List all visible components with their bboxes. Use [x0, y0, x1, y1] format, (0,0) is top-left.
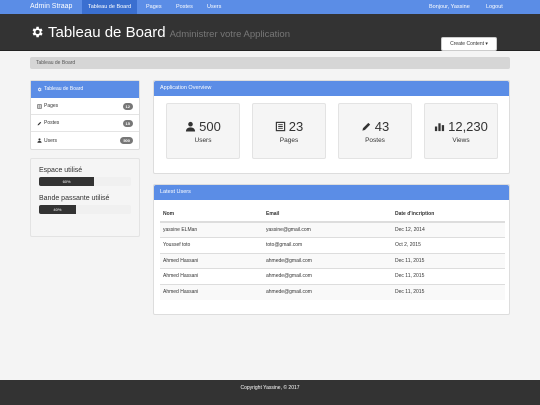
latest-users-panel: Latest Users Nom Email Date d'incription…: [153, 184, 510, 315]
cell-email: ahmede@gmail.com: [263, 268, 392, 284]
panel-heading: Latest Users: [154, 185, 509, 200]
cell-email: ahmede@gmail.com: [263, 252, 392, 269]
breadcrumb: Tableau de Board: [30, 57, 510, 69]
table-row[interactable]: Ahmed Hassani ahmede@gmail.com Dec 11, 2…: [160, 283, 505, 300]
column-header-date: Date d'incription: [392, 207, 505, 223]
cell-date: Dec 11, 2015: [392, 252, 505, 269]
bandwidth-progress-bar: 40%: [39, 205, 76, 214]
cell-name: Ahmed Hassani: [160, 283, 263, 300]
table-row[interactable]: Ahmed Hassani ahmede@gmail.com Dec 11, 2…: [160, 268, 505, 284]
panel-heading: Application Overview: [154, 81, 509, 96]
column-header-nom: Nom: [160, 207, 263, 223]
gear-icon: [32, 26, 43, 38]
space-progress: 60%: [39, 177, 131, 186]
cell-date: Dec 11, 2015: [392, 283, 505, 300]
stat-views: 12,230 Views: [424, 103, 498, 159]
sidebar-item-label: Postes: [44, 120, 60, 126]
bar-chart-icon: [435, 123, 445, 132]
cell-email: ahmede@gmail.com: [263, 283, 392, 300]
cell-date: Oct 2, 2015: [392, 237, 505, 253]
stat-value: 23: [288, 119, 304, 134]
stat-pages: 23 Pages: [252, 103, 326, 159]
table-row[interactable]: yassine ELMan yassine@gmail.com Dec 12, …: [160, 221, 505, 238]
count-badge: 500: [120, 137, 133, 144]
cell-name: Ahmed Hassani: [160, 268, 263, 284]
space-used-label: Espace utilisé: [39, 167, 83, 174]
brand-link[interactable]: Admin Straap: [30, 0, 72, 14]
table-header-row: Nom Email Date d'incription: [160, 207, 505, 223]
usage-well: Espace utilisé 60% Bande passante utilis…: [30, 158, 140, 237]
stat-value: 12,230: [448, 119, 488, 134]
count-badge: 12: [122, 102, 133, 110]
nav-link-dashboard[interactable]: Tableau de Board: [82, 0, 138, 14]
create-content-button[interactable]: Create Content ▾: [441, 37, 497, 51]
sidebar-item-label: Users: [44, 137, 58, 144]
cell-email: yassine@gmail.com: [263, 221, 392, 238]
stat-label: Pages: [279, 137, 299, 144]
cell-email: toto@gmail.com: [263, 237, 392, 253]
page-title-text: Tableau de Board: [48, 23, 166, 41]
user-icon: [37, 138, 42, 143]
overview-panel: Application Overview 500 Users 23 Pages …: [153, 80, 510, 174]
nav-link-postes[interactable]: Postes: [170, 0, 199, 14]
nav-link-pages[interactable]: Pages: [140, 0, 168, 14]
sidebar-item-dashboard[interactable]: Tableau de Board: [31, 81, 139, 98]
stat-value: 500: [199, 119, 221, 134]
page-footer: Copyright Yassine, © 2017: [0, 380, 540, 405]
count-badge: 15: [122, 119, 133, 127]
gear-icon: [37, 87, 42, 91]
logout-link[interactable]: Logout: [480, 0, 509, 14]
cell-name: Ahmed Hassani: [160, 252, 263, 269]
nav-link-users[interactable]: Users: [201, 0, 227, 14]
page-header: Tableau de Board Administrer votre Applic…: [0, 14, 540, 51]
stat-users: 500 Users: [166, 103, 240, 159]
page-subtitle: Administrer votre Application: [169, 28, 290, 40]
stat-label: Users: [194, 137, 212, 144]
stat-value: 43: [374, 119, 390, 134]
list-icon: [275, 121, 285, 132]
table-row[interactable]: Youssef toto toto@gmail.com Oct 2, 2015: [160, 237, 505, 253]
space-progress-bar: 60%: [39, 177, 95, 186]
stat-label: Postes: [365, 137, 385, 144]
cell-date: Dec 12, 2014: [392, 221, 505, 238]
users-table: Nom Email Date d'incription yassine ELMa…: [160, 207, 505, 300]
sidebar-item-pages[interactable]: Pages 12: [31, 98, 139, 115]
pencil-icon: [362, 122, 370, 131]
sidebar-item-label: Tableau de Board: [44, 86, 84, 92]
sidebar-item-label: Pages: [44, 103, 59, 109]
column-header-email: Email: [263, 207, 392, 223]
nav-greeting[interactable]: Bonjour, Yassine: [423, 0, 476, 14]
bandwidth-used-label: Bande passante utilisé: [39, 195, 110, 202]
stat-label: Views: [452, 137, 470, 144]
sidebar-menu: Tableau de Board Pages 12 Postes 15 User…: [30, 80, 140, 150]
cell-name: yassine ELMan: [160, 221, 263, 238]
page-title: Tableau de Board Administrer votre Applic…: [48, 24, 290, 41]
table-row[interactable]: Ahmed Hassani ahmede@gmail.com Dec 11, 2…: [160, 252, 505, 269]
list-icon: [37, 103, 42, 109]
sidebar-item-postes[interactable]: Postes 15: [31, 115, 139, 132]
sidebar-item-users[interactable]: Users 500: [31, 132, 139, 149]
top-navbar: Admin Straap Tableau de Board Pages Post…: [0, 0, 540, 14]
create-content-label: Create Content: [450, 41, 484, 47]
page-title-wrap: Tableau de Board Administrer votre Applic…: [30, 23, 290, 41]
caret-down-icon: ▾: [485, 41, 488, 47]
pencil-icon: [37, 121, 42, 125]
bandwidth-progress: 40%: [39, 205, 131, 214]
cell-name: Youssef toto: [160, 237, 263, 253]
user-icon: [186, 121, 196, 132]
stat-postes: 43 Postes: [338, 103, 412, 159]
cell-date: Dec 11, 2015: [392, 268, 505, 284]
